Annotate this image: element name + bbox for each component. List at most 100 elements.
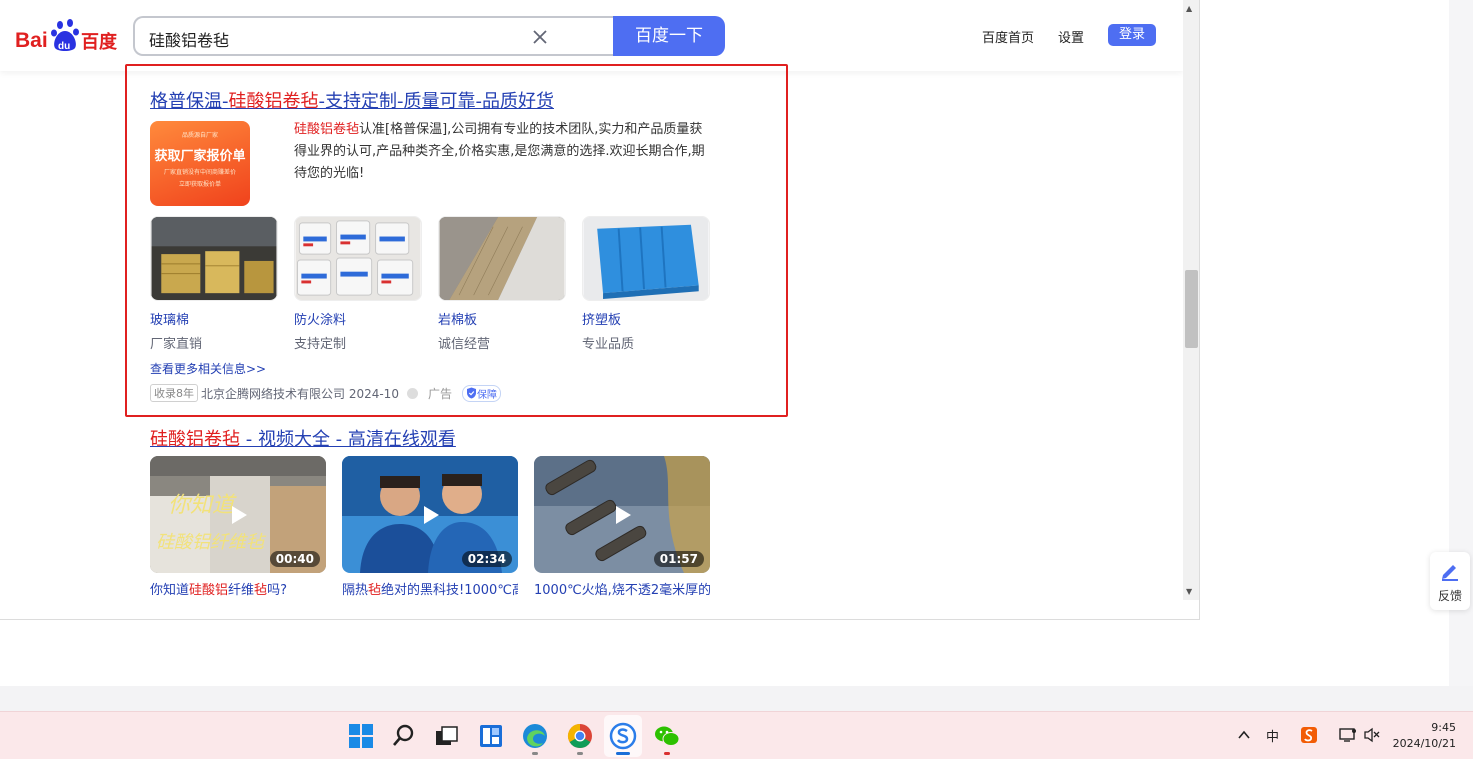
edge-browser-icon[interactable]	[521, 722, 549, 750]
product-card[interactable]: 岩棉板 诚信经营	[438, 216, 566, 352]
info-icon[interactable]	[406, 387, 418, 399]
video-caption[interactable]: 你知道硅酸铝纤维毡吗?	[150, 579, 326, 598]
product-card[interactable]: 玻璃棉 厂家直销	[150, 216, 278, 352]
close-icon[interactable]	[531, 28, 549, 46]
caption-highlight: 毡	[254, 583, 268, 598]
scroll-down-arrow-icon[interactable]: ▼	[1186, 587, 1192, 596]
play-icon[interactable]	[614, 505, 632, 525]
clock-time: 9:45	[1431, 721, 1456, 734]
play-icon[interactable]	[422, 505, 440, 525]
banner-top-text: 品质源自厂家	[181, 132, 218, 139]
desc-highlight: 硅酸铝卷毡	[294, 122, 360, 137]
app-notification-indicator	[664, 752, 670, 755]
rock-wool-image	[438, 216, 566, 301]
caption-text: 隔热	[342, 583, 369, 598]
caption-highlight: 硅酸铝	[189, 583, 229, 598]
active-app-indicator	[616, 752, 630, 755]
fire-coating-image	[294, 216, 422, 301]
ad-banner-image[interactable]: 品质源自厂家 获取厂家报价单 厂家直销没有中间商赚差价 立即获取报价单	[150, 121, 250, 206]
video-caption[interactable]: 隔热毡绝对的黑科技!1000℃高	[342, 579, 518, 598]
play-icon[interactable]	[230, 505, 248, 525]
video-thumbnail[interactable]: 你知道 硅酸铝纤维毡 00:40	[150, 456, 326, 573]
search-button[interactable]: 百度一下	[613, 16, 725, 56]
nav-settings-link[interactable]: 设置	[1058, 27, 1084, 46]
caption-text: 绝对的黑科技!1000℃高	[381, 583, 518, 598]
video-title-highlight: 硅酸铝卷毡	[150, 429, 240, 450]
xps-board-image	[582, 216, 710, 301]
nav-home-link[interactable]: 百度首页	[982, 27, 1034, 46]
video-duration: 01:57	[653, 551, 704, 567]
app-running-indicator	[577, 752, 583, 755]
login-button[interactable]: 登录	[1108, 24, 1156, 46]
video-card[interactable]: 02:34 隔热毡绝对的黑科技!1000℃高	[342, 456, 518, 598]
product-name[interactable]: 岩棉板	[438, 309, 477, 328]
search-header: Bai du 百度 硅酸铝卷毡 百度一下 百度首页 设置 登录	[0, 0, 1183, 71]
shield-icon	[466, 387, 476, 399]
svg-text:du: du	[58, 41, 70, 52]
volume-muted-icon[interactable]	[1363, 727, 1381, 743]
baidu-logo[interactable]: Bai du 百度	[15, 18, 125, 54]
video-result-title[interactable]: 硅酸铝卷毡 - 视频大全 - 高清在线观看	[150, 425, 456, 451]
product-name[interactable]: 挤塑板	[582, 309, 621, 328]
product-name[interactable]: 玻璃棉	[150, 309, 189, 328]
svg-text:Bai: Bai	[15, 29, 48, 52]
right-blank-area	[1201, 0, 1449, 686]
search-input[interactable]: 硅酸铝卷毡	[149, 27, 229, 51]
windows-taskbar: 中 9:45 2024/10/21	[0, 711, 1473, 759]
widgets-icon[interactable]	[477, 722, 505, 750]
product-subtitle: 支持定制	[294, 337, 347, 352]
app-running-indicator	[532, 752, 538, 755]
edit-pencil-icon	[1442, 565, 1458, 581]
ad-description: 硅酸铝卷毡认准[格普保温],公司拥有专业的技术团队,实力和产品质量获得业界的认可…	[294, 119, 714, 185]
caption-text: 你知道	[150, 583, 190, 598]
guarantee-badge[interactable]: 保障	[461, 384, 501, 402]
caption-text: 纤维	[228, 583, 255, 598]
clock-date: 2024/10/21	[1392, 737, 1456, 750]
product-subtitle: 诚信经营	[438, 337, 491, 352]
caption-text: 吗?	[267, 583, 287, 598]
product-card[interactable]: 挤塑板 专业品质	[582, 216, 710, 352]
scrollbar-thumb[interactable]	[1185, 270, 1198, 348]
more-info-link[interactable]: 查看更多相关信息>>	[150, 360, 266, 377]
product-name[interactable]: 防火涂料	[294, 309, 346, 328]
video-duration: 00:40	[269, 551, 320, 567]
banner-main-text: 获取厂家报价单	[154, 149, 246, 164]
svg-text:你知道: 你知道	[168, 493, 237, 518]
ad-source-company[interactable]: 北京企腾网络技术有限公司 2024-10	[201, 385, 399, 402]
ad-result-title[interactable]: 格普保温-硅酸铝卷毡-支持定制-质量可靠-品质好货	[150, 87, 554, 113]
video-thumbnail[interactable]: 01:57	[534, 456, 710, 573]
task-view-icon[interactable]	[433, 722, 461, 750]
video-title-rest: - 视频大全 - 高清在线观看	[240, 429, 456, 450]
svg-text:硅酸铝纤维毡: 硅酸铝纤维毡	[156, 532, 267, 553]
video-card[interactable]: 01:57 1000℃火焰,烧不透2毫米厚的	[534, 456, 710, 598]
indexed-years-badge: 收录8年	[150, 384, 198, 402]
video-caption[interactable]: 1000℃火焰,烧不透2毫米厚的	[534, 579, 710, 598]
search-icon[interactable]	[390, 722, 418, 750]
feedback-button[interactable]: 反馈	[1430, 552, 1470, 610]
network-icon[interactable]	[1339, 727, 1357, 743]
windows-start-icon[interactable]	[347, 722, 375, 750]
chrome-browser-icon[interactable]	[566, 722, 594, 750]
wechat-icon[interactable]	[653, 722, 681, 750]
ime-indicator[interactable]: 中	[1266, 726, 1279, 745]
chevron-up-icon[interactable]	[1237, 728, 1251, 742]
sogou-browser-icon[interactable]	[609, 722, 637, 750]
video-card[interactable]: 你知道 硅酸铝纤维毡 00:40 你知道硅酸铝纤维毡吗?	[150, 456, 326, 598]
sogou-input-icon[interactable]	[1300, 726, 1318, 744]
feedback-label: 反馈	[1437, 589, 1462, 603]
banner-button-text: 立即获取报价单	[178, 181, 221, 188]
product-subtitle: 专业品质	[582, 337, 635, 352]
ad-meta-row: 收录8年 北京企腾网络技术有限公司 2024-10 广告 保障	[150, 384, 501, 402]
ad-title-prefix: 格普保温-	[150, 91, 229, 112]
search-input-box[interactable]: 硅酸铝卷毡	[133, 16, 615, 56]
caption-text: 1000℃火焰,烧不透2毫米厚的	[534, 583, 710, 598]
video-thumbnail[interactable]: 02:34	[342, 456, 518, 573]
system-clock[interactable]: 9:45 2024/10/21	[1392, 720, 1456, 752]
product-subtitle: 厂家直销	[150, 337, 203, 352]
ad-title-suffix: -支持定制-质量可靠-品质好货	[318, 91, 554, 112]
svg-text:百度: 百度	[81, 31, 118, 53]
product-card[interactable]: 防火涂料 支持定制	[294, 216, 422, 352]
search-bar: 硅酸铝卷毡 百度一下	[133, 16, 725, 56]
ad-label: 广告	[427, 386, 452, 401]
scroll-up-arrow-icon[interactable]: ▲	[1186, 4, 1192, 13]
